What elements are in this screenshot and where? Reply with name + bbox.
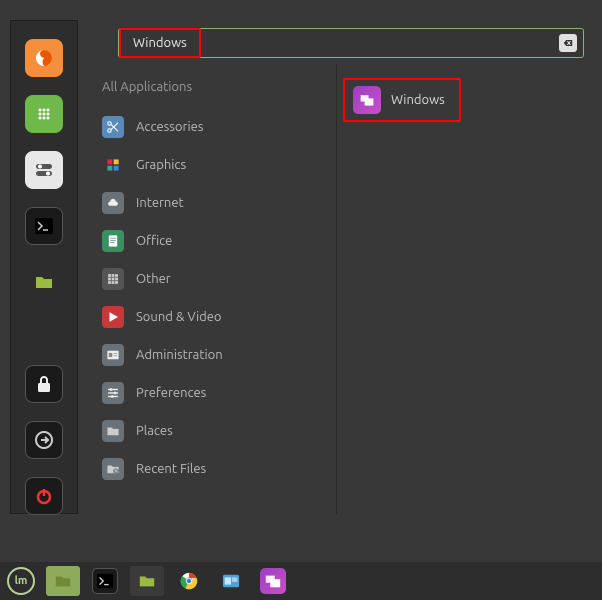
category-label: Graphics [136, 158, 186, 172]
category-label: Internet [136, 196, 184, 210]
sidebar-lock[interactable] [23, 365, 65, 403]
start-menu: Windows All Applications Accessories Gra… [10, 20, 592, 514]
category-label: Places [136, 424, 173, 438]
taskbar-files-2[interactable] [130, 566, 164, 596]
taskbar-terminal[interactable] [88, 566, 122, 596]
scissors-icon [102, 116, 124, 138]
search-input[interactable]: Windows [118, 28, 584, 58]
category-other[interactable]: Other [86, 260, 336, 298]
sidebar-terminal[interactable] [23, 207, 65, 245]
category-label: Accessories [136, 120, 203, 134]
taskbar-workspace[interactable] [214, 566, 248, 596]
power-icon [25, 477, 63, 515]
lock-icon [25, 365, 63, 403]
document-icon [102, 230, 124, 252]
play-icon [102, 306, 124, 328]
category-header[interactable]: All Applications [86, 72, 336, 108]
search-highlight: Windows [119, 28, 201, 58]
folder-icon [50, 568, 76, 594]
chrome-icon [176, 568, 202, 594]
category-administration[interactable]: Administration [86, 336, 336, 374]
result-windows-app[interactable]: Windows [343, 78, 461, 122]
sidebar-firefox[interactable] [23, 39, 65, 77]
folder-icon [25, 263, 63, 301]
search-clear-button[interactable] [559, 34, 577, 52]
sidebar-system-settings[interactable] [23, 151, 65, 189]
backspace-icon [562, 37, 574, 49]
taskbar-windows-app[interactable] [256, 566, 290, 596]
category-internet[interactable]: Internet [86, 184, 336, 222]
logout-icon [25, 421, 63, 459]
windows-icon [353, 86, 381, 114]
id-card-icon [102, 344, 124, 366]
category-label: Sound & Video [136, 310, 222, 324]
terminal-icon [25, 207, 63, 245]
menu-main: Windows All Applications Accessories Gra… [78, 20, 592, 514]
workspace-icon [218, 568, 244, 594]
folder-icon [102, 420, 124, 442]
cloud-icon [102, 192, 124, 214]
mint-logo-icon: lm [7, 567, 35, 595]
sidebar-power[interactable] [23, 477, 65, 515]
sidebar-logout[interactable] [23, 421, 65, 459]
taskbar-mint-menu[interactable]: lm [4, 566, 38, 596]
search-wrap: Windows [78, 20, 592, 64]
results-list: Windows [336, 64, 592, 514]
taskbar-files[interactable] [46, 566, 80, 596]
system-settings-icon [25, 151, 63, 189]
grid-icon [102, 268, 124, 290]
category-sound-video[interactable]: Sound & Video [86, 298, 336, 336]
taskbar-chrome[interactable] [172, 566, 206, 596]
sidebar-software-manager[interactable] [23, 95, 65, 133]
category-preferences[interactable]: Preferences [86, 374, 336, 412]
search-value: Windows [133, 36, 187, 50]
folder-icon [134, 568, 160, 594]
software-manager-icon [25, 95, 63, 133]
sliders-icon [102, 382, 124, 404]
sidebar-files[interactable] [23, 263, 65, 301]
folder-clock-icon [102, 458, 124, 480]
category-office[interactable]: Office [86, 222, 336, 260]
category-graphics[interactable]: Graphics [86, 146, 336, 184]
category-label: Administration [136, 348, 223, 362]
category-label: Office [136, 234, 172, 248]
result-label: Windows [391, 93, 445, 107]
terminal-icon [92, 568, 118, 594]
category-label: Other [136, 272, 171, 286]
taskbar: lm [0, 562, 602, 600]
category-accessories[interactable]: Accessories [86, 108, 336, 146]
category-label: Preferences [136, 386, 206, 400]
windows-icon [260, 568, 286, 594]
palette-icon [102, 154, 124, 176]
category-list: All Applications Accessories Graphics In… [86, 64, 336, 514]
category-recent-files[interactable]: Recent Files [86, 450, 336, 488]
category-label: Recent Files [136, 462, 206, 476]
category-places[interactable]: Places [86, 412, 336, 450]
firefox-icon [25, 39, 63, 77]
favorites-sidebar [10, 20, 78, 514]
